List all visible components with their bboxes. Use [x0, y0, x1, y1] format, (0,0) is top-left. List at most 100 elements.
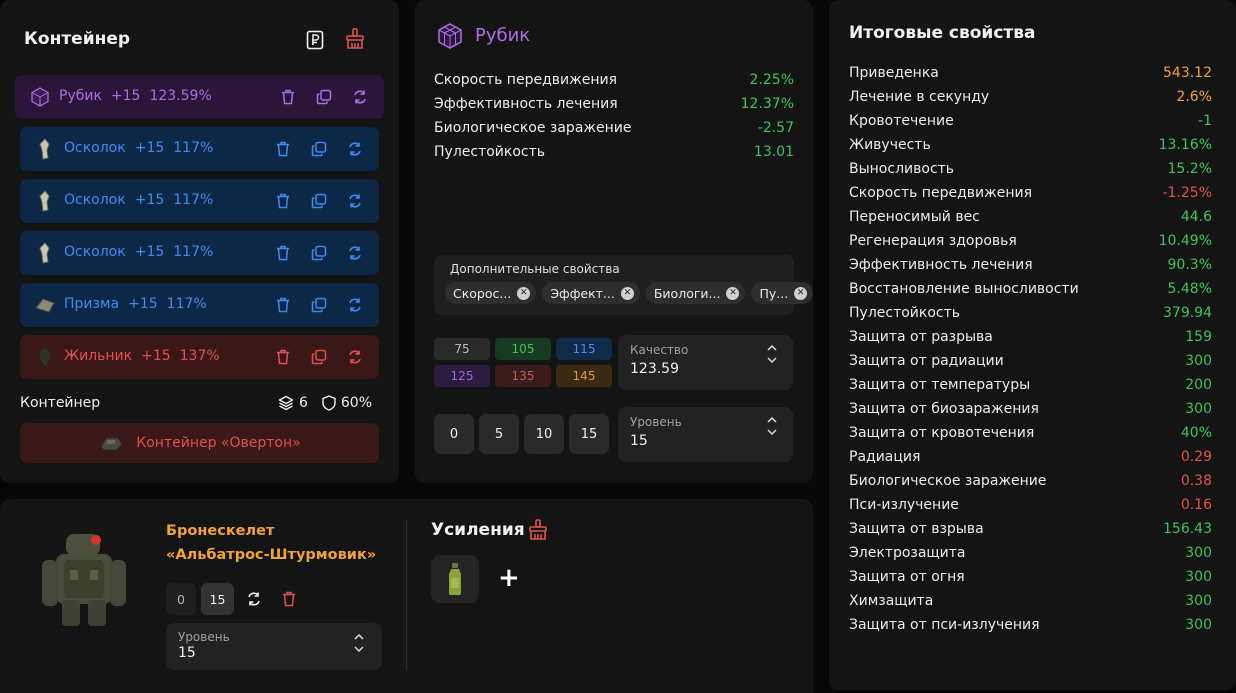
level-preset-10[interactable]: 10: [524, 414, 564, 454]
broom-clear-icon[interactable]: [344, 28, 366, 50]
slot-actions: [273, 191, 365, 211]
rubik-title: Рубик: [475, 25, 531, 46]
copy-icon[interactable]: [309, 243, 329, 263]
quality-preset-115[interactable]: 115: [556, 338, 612, 360]
trash-icon[interactable]: [278, 87, 298, 107]
total-stat-name: Эффективность лечения: [849, 257, 1033, 273]
total-stat-value: -1: [1198, 113, 1212, 129]
chevron-up-icon[interactable]: [354, 633, 364, 640]
slot-label: Рубик +15 123.59%: [59, 88, 212, 104]
copy-icon[interactable]: [309, 347, 329, 367]
total-stat-value: 300: [1185, 617, 1212, 633]
container-slot[interactable]: Осколок +15 117%: [20, 127, 379, 171]
close-icon[interactable]: ✕: [726, 286, 740, 300]
quality-preset-105[interactable]: 105: [495, 338, 551, 360]
container-footer: Контейнер 6 60%: [20, 395, 372, 411]
copy-icon[interactable]: [309, 295, 329, 315]
trash-icon[interactable]: [273, 243, 293, 263]
add-boost-button[interactable]: +: [498, 563, 520, 593]
armor-level-15-button[interactable]: 15: [201, 583, 234, 615]
shield-icon: [322, 395, 336, 411]
copy-icon[interactable]: [309, 139, 329, 159]
close-icon[interactable]: ✕: [794, 286, 808, 300]
total-stat-name: Защита от взрыва: [849, 521, 984, 537]
trash-icon[interactable]: [273, 139, 293, 159]
container-slot[interactable]: Жильник +15 137%: [20, 335, 379, 379]
total-stat-row: Пси-излучение 0.16: [849, 493, 1212, 517]
trash-icon[interactable]: [273, 191, 293, 211]
trash-icon[interactable]: [273, 295, 293, 315]
total-stat-row: Биологическое заражение 0.38: [849, 469, 1212, 493]
armor-level-0-button[interactable]: 0: [166, 583, 196, 615]
quality-preset-125[interactable]: 125: [434, 365, 490, 387]
total-stat-name: Живучесть: [849, 137, 931, 153]
slot-level: +15: [134, 140, 165, 156]
total-stat-name: Восстановление выносливости: [849, 281, 1079, 297]
boost-slot[interactable]: [431, 555, 479, 603]
armor-divider: [406, 520, 407, 670]
chevron-down-icon[interactable]: [354, 646, 364, 653]
total-stat-name: Защита от кровотечения: [849, 425, 1035, 441]
container-slot[interactable]: Осколок +15 117%: [20, 179, 379, 223]
artifact-thumb-icon: [34, 138, 56, 160]
total-stat-row: Живучесть 13.16%: [849, 133, 1212, 157]
container-overton-button[interactable]: Контейнер «Овертон»: [20, 423, 379, 463]
total-stat-value: 0.38: [1180, 473, 1212, 489]
total-stat-value: 379.94: [1163, 305, 1212, 321]
total-stat-name: Приведенка: [849, 65, 939, 81]
total-stat-value: 156.43: [1163, 521, 1212, 537]
total-stat-row: Пулестойкость 379.94: [849, 301, 1212, 325]
copy-icon[interactable]: [309, 191, 329, 211]
chip-label: Скорос...: [453, 285, 512, 301]
property-chip[interactable]: Скорос... ✕: [445, 282, 537, 304]
refresh-icon[interactable]: [345, 139, 365, 159]
quality-field[interactable]: Качество 123.59: [618, 335, 793, 390]
container-slot[interactable]: Осколок +15 117%: [20, 231, 379, 275]
slot-label: Осколок +15 117%: [64, 140, 213, 156]
property-chip[interactable]: Пу... ✕: [751, 282, 814, 304]
stat-name: Пулестойкость: [434, 144, 546, 160]
level-field[interactable]: Уровень 15: [618, 407, 793, 462]
refresh-icon[interactable]: [345, 347, 365, 367]
total-title: Итоговые свойства: [849, 23, 1036, 43]
close-icon[interactable]: ✕: [517, 286, 531, 300]
total-stat-value: 0.16: [1180, 497, 1212, 513]
chevron-up-icon[interactable]: [767, 344, 777, 351]
ruble-receipt-icon[interactable]: [305, 29, 325, 51]
broom-clear-icon[interactable]: [527, 519, 549, 541]
quality-preset-135[interactable]: 135: [495, 365, 551, 387]
container-slot[interactable]: Рубик +15 123.59%: [15, 75, 384, 119]
stat-value: 2.25%: [749, 72, 794, 88]
artifact-thumb-icon: [34, 190, 56, 212]
chip-label: Биологи...: [653, 285, 721, 301]
level-preset-15[interactable]: 15: [569, 414, 609, 454]
quality-label: Качество: [630, 343, 689, 357]
chevron-up-icon[interactable]: [767, 416, 777, 423]
total-stat-value: 200: [1185, 377, 1212, 393]
armor-level-field[interactable]: Уровень 15: [166, 623, 382, 670]
trash-icon[interactable]: [273, 347, 293, 367]
level-preset-5[interactable]: 5: [479, 414, 519, 454]
chevron-down-icon[interactable]: [767, 357, 777, 364]
close-icon[interactable]: ✕: [620, 286, 634, 300]
quality-preset-75[interactable]: 75: [434, 338, 490, 360]
quality-preset-145[interactable]: 145: [556, 365, 612, 387]
level-preset-0[interactable]: 0: [434, 414, 474, 454]
property-chip[interactable]: Биологи... ✕: [645, 282, 746, 304]
trash-icon[interactable]: [274, 583, 304, 615]
total-stat-value: 2.6%: [1176, 89, 1212, 105]
capacity-value: 6: [298, 395, 308, 411]
refresh-icon[interactable]: [239, 583, 269, 615]
container-slot[interactable]: Призма +15 117%: [20, 283, 379, 327]
refresh-icon[interactable]: [345, 243, 365, 263]
armor-name: Бронескелет «Альбатрос-Штурмовик»: [166, 519, 376, 567]
refresh-icon[interactable]: [345, 295, 365, 315]
chevron-down-icon[interactable]: [767, 429, 777, 436]
container-footer-label: Контейнер: [20, 395, 101, 411]
total-stat-name: Биологическое заражение: [849, 473, 1047, 489]
slot-name: Осколок: [64, 244, 126, 260]
refresh-icon[interactable]: [345, 191, 365, 211]
property-chip[interactable]: Эффект... ✕: [542, 282, 640, 304]
copy-icon[interactable]: [314, 87, 334, 107]
refresh-icon[interactable]: [350, 87, 370, 107]
